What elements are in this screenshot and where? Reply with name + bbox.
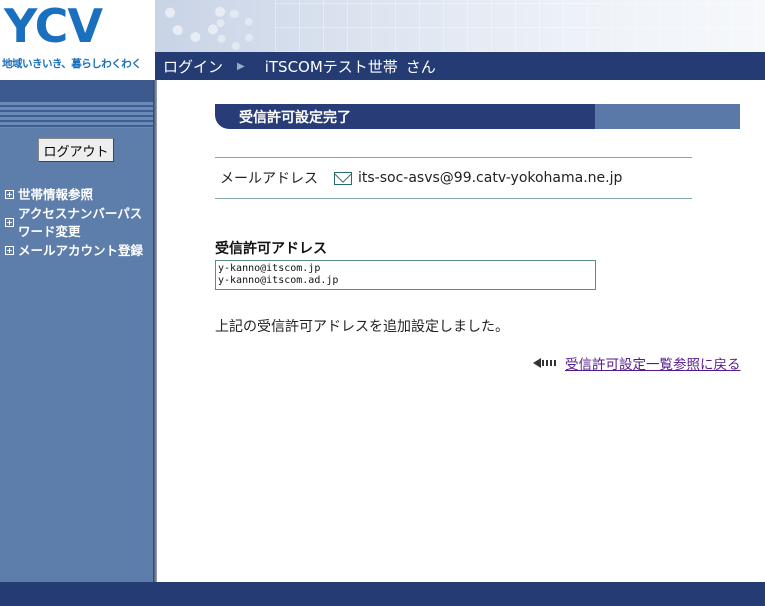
banner-image — [155, 0, 765, 52]
breadcrumb-user-suffix: さん — [405, 57, 436, 76]
breadcrumb-user: iTSCOMテスト世帯 — [264, 57, 398, 76]
sidebar-shadow — [153, 80, 157, 582]
sidebar-item-household-info[interactable]: + 世帯情報参照 — [5, 186, 151, 204]
slogan: 地域いきいき、暮らしわくわく — [2, 58, 142, 70]
back-to-list-label: 受信許可設定一覧参照に戻る — [565, 357, 741, 373]
allowed-addresses-textarea[interactable]: y-kanno@itscom.jp y-kanno@itscom.ad.jp — [215, 260, 596, 290]
completion-message: 上記の受信許可アドレスを追加設定しました。 — [215, 319, 509, 335]
sidebar-item-label: メールアカウント登録 — [18, 243, 144, 258]
back-arrow-icon — [533, 356, 559, 370]
expand-icon: + — [5, 218, 14, 227]
logout-button[interactable]: ログアウト — [38, 138, 114, 162]
sidebar-item-label: 世帯情報参照 — [18, 187, 94, 202]
breadcrumb-arrow-icon: ▶ — [237, 60, 245, 72]
allowed-addresses-label: 受信許可アドレス — [215, 241, 327, 257]
expand-icon: + — [5, 246, 14, 255]
sidebar-item-mail-account[interactable]: + メールアカウント登録 — [5, 242, 151, 260]
page-title: 受信許可設定完了 — [239, 110, 351, 126]
section-header: 受信許可設定完了 — [215, 104, 740, 129]
breadcrumb-login: ログイン — [163, 57, 224, 76]
breadcrumb: ログイン ▶ iTSCOMテスト世帯 さん — [155, 52, 765, 80]
expand-icon: + — [5, 190, 14, 199]
back-to-list-link[interactable]: 受信許可設定一覧参照に戻る — [533, 353, 741, 373]
header: YCV 地域いきいき、暮らしわくわく ログイン ▶ iTSCOMテスト世帯 さん — [0, 0, 765, 80]
sidebar-top-band — [0, 80, 153, 102]
mail-address-value: its-soc-asvs@99.catv-yokohama.ne.jp — [358, 170, 623, 186]
sidebar-item-password-change[interactable]: + アクセスナンバーパスワード変更 — [5, 205, 151, 241]
section-header-accent — [595, 104, 740, 129]
sidebar-menu: + 世帯情報参照 + アクセスナンバーパスワード変更 + メールアカウント登録 — [5, 186, 151, 261]
logo-area: YCV 地域いきいき、暮らしわくわく — [0, 0, 155, 80]
sidebar-item-label: アクセスナンバーパスワード変更 — [18, 206, 143, 239]
gear-icon — [215, 10, 255, 50]
banner-grid — [275, 0, 765, 52]
mail-icon — [334, 171, 352, 185]
footer-bar — [0, 582, 765, 606]
logo: YCV — [4, 0, 103, 53]
mail-address-label: メールアドレス — [220, 171, 318, 187]
mail-address-row: メールアドレス its-soc-asvs@99.catv-yokohama.ne… — [215, 157, 692, 199]
sidebar-stripe — [0, 80, 153, 128]
